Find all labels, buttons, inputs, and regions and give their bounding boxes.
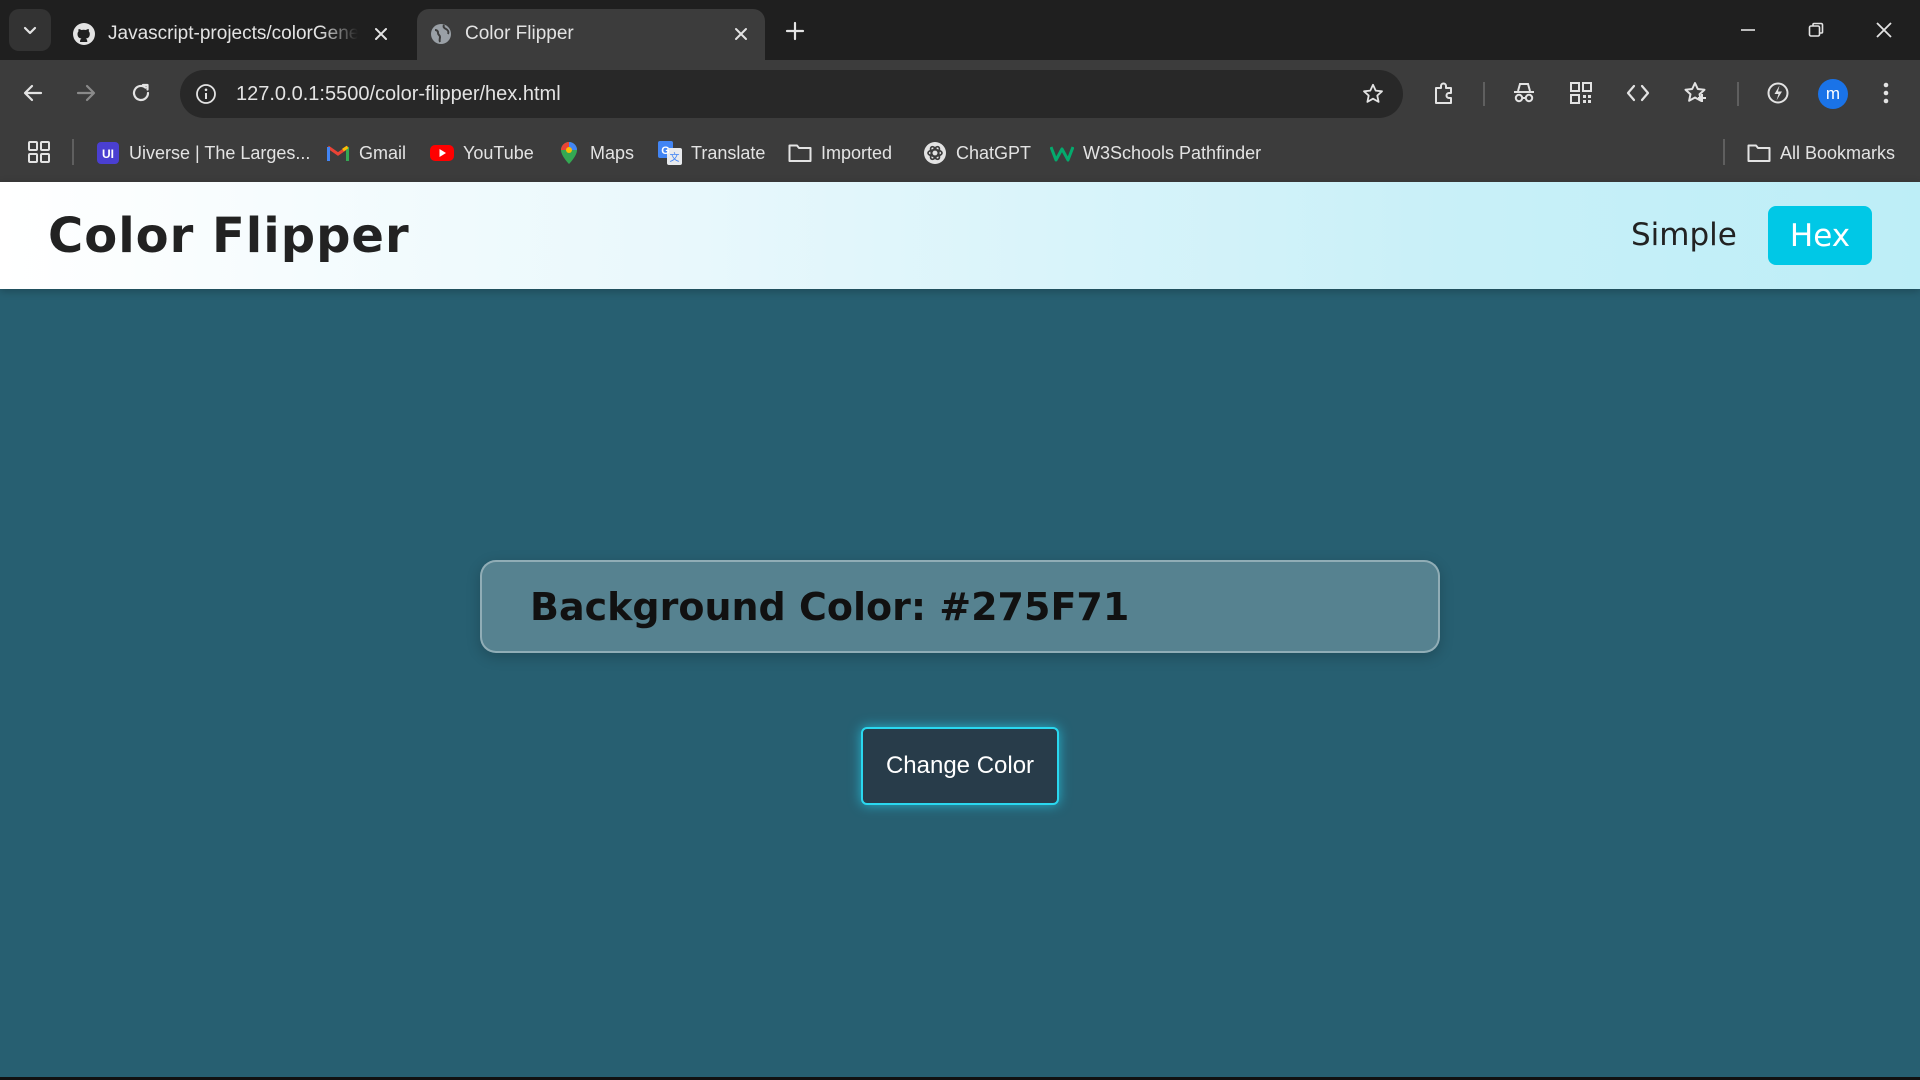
new-tab-button[interactable] [780,16,810,46]
nav-link-simple[interactable]: Simple [1631,217,1737,253]
folder-icon [1747,141,1771,165]
menu-dots-icon[interactable] [1868,75,1904,111]
bookmark-label: Gmail [359,142,407,163]
favorites-icon[interactable] [1677,75,1713,111]
close-tab-icon[interactable] [369,22,393,46]
bookmark-youtube[interactable]: YouTube [430,138,534,168]
bookmark-label: Translate [691,142,766,163]
arrow-right-icon [76,84,96,102]
profile-avatar[interactable]: m [1818,79,1848,109]
bookmark-translate[interactable]: G文 Translate [658,138,765,168]
nav-link-hex[interactable]: Hex [1768,206,1872,265]
browser-toolbar: 127.0.0.1:5500/color-flipper/hex.html m [0,60,1920,125]
bookmark-gmail[interactable]: Gmail [326,138,406,168]
incognito-icon[interactable] [1506,75,1542,111]
bookmark-label: ChatGPT [956,142,1032,163]
bookmarks-bar: UI Uiverse | The Larges... Gmail YouTube… [0,125,1920,182]
bookmark-label: Imported [821,142,893,163]
github-icon [73,23,95,45]
extensions-icon[interactable] [1426,75,1462,111]
change-color-button[interactable]: Change Color [861,727,1059,805]
globe-icon [431,24,451,44]
back-button[interactable] [12,72,54,114]
minimize-icon [1741,29,1755,31]
bookmark-chatgpt[interactable]: ChatGPT [923,138,1031,168]
tab-strip: Javascript-projects/colorGenera Color Fl… [0,0,1920,60]
tab-search-button[interactable] [9,9,51,51]
tab-title: Javascript-projects/colorGenera [108,23,358,44]
uiverse-icon: UI [96,141,120,165]
reload-button[interactable] [120,72,162,114]
page-viewport: Color Flipper Simple Hex Background Colo… [0,182,1920,1080]
address-bar[interactable]: 127.0.0.1:5500/color-flipper/hex.html [180,70,1403,118]
all-bookmarks-label: All Bookmarks [1780,142,1896,163]
site-brand: Color Flipper [48,208,410,264]
site-info-icon[interactable] [192,80,220,108]
tab-color-flipper[interactable]: Color Flipper [417,9,765,60]
youtube-icon [430,141,454,165]
color-display-box: Background Color: #275F71 [480,560,1440,653]
tab-title: Color Flipper [465,23,574,44]
qr-code-icon[interactable] [1563,75,1599,111]
translate-icon: G文 [658,141,682,165]
bookmark-label: W3Schools Pathfinder [1083,142,1262,163]
site-navbar: Color Flipper Simple Hex [0,182,1920,289]
plus-icon [785,21,805,41]
code-icon[interactable] [1620,75,1656,111]
address-url[interactable]: 127.0.0.1:5500/color-flipper/hex.html [236,83,561,106]
chatgpt-icon [923,141,947,165]
bookmark-w3schools[interactable]: W3Schools Pathfinder [1050,138,1261,168]
restore-icon [1808,22,1824,37]
bookmark-imported-folder[interactable]: Imported [788,138,892,168]
arrow-left-icon [23,84,43,102]
svg-text:文: 文 [670,151,680,164]
apps-grid-icon[interactable] [26,139,52,165]
reload-icon [132,83,150,102]
folder-icon [788,141,812,165]
forward-button[interactable] [65,72,107,114]
background-color-label: Background Color: #275F71 [530,585,1130,629]
bookmark-uiverse[interactable]: UI Uiverse | The Larges... [96,138,310,168]
chevron-down-icon [23,26,37,35]
bookmark-maps[interactable]: Maps [557,138,634,168]
bookmarks-divider [72,139,74,165]
close-window-button[interactable] [1866,12,1902,48]
restore-button[interactable] [1798,12,1834,48]
svg-text:G: G [661,145,670,157]
bookmark-star-icon[interactable] [1359,80,1387,108]
bookmark-label: Uiverse | The Larges... [129,142,311,163]
minimize-button[interactable] [1730,12,1766,48]
gmail-icon [326,141,350,165]
maps-icon [557,141,581,165]
toolbar-divider [1483,82,1485,106]
bookmarks-divider [1723,139,1725,165]
close-tab-icon[interactable] [729,22,753,46]
all-bookmarks-folder[interactable]: All Bookmarks [1747,138,1895,168]
tab-github[interactable]: Javascript-projects/colorGenera [60,9,405,60]
svg-text:UI: UI [102,147,114,161]
bookmark-label: Maps [590,142,635,163]
toolbar-divider [1737,82,1739,106]
close-icon [1876,22,1892,38]
performance-icon[interactable] [1760,75,1796,111]
bookmark-label: YouTube [463,142,534,163]
w3schools-icon [1050,141,1074,165]
